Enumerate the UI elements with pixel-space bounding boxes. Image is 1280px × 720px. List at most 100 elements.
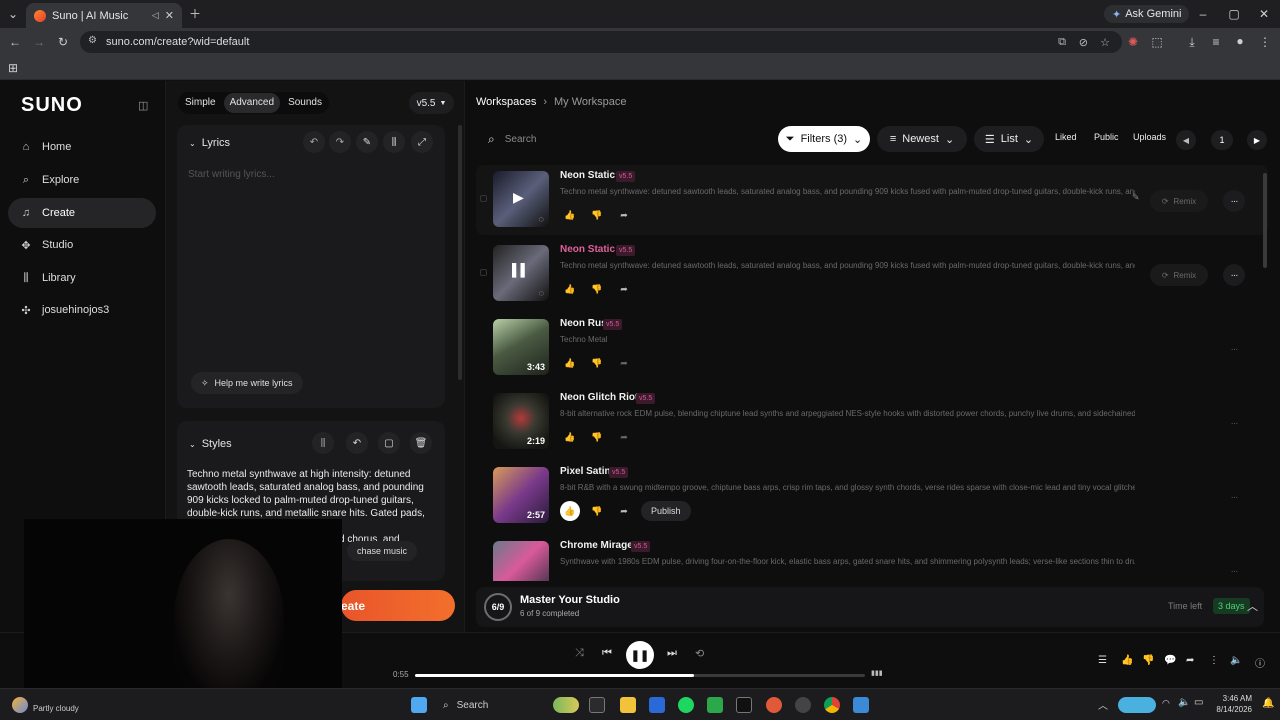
profile-avatar-icon[interactable]: ● <box>1232 34 1248 48</box>
thumbs-down-icon[interactable]: 👎 <box>587 427 607 447</box>
song-cover[interactable]: 2:57 <box>493 467 549 523</box>
trash-icon[interactable]: 🗑 <box>410 432 432 454</box>
wifi-icon[interactable]: ◠ <box>1162 698 1170 709</box>
liked-link[interactable]: Liked <box>1055 132 1077 142</box>
row-checkbox[interactable] <box>480 269 487 276</box>
song-row[interactable]: Chrome Mirage v5.5 Synthwave with 1980s … <box>476 535 1268 581</box>
mode-simple[interactable]: Simple <box>179 93 222 113</box>
breadcrumb-workspaces[interactable]: Workspaces <box>476 96 536 108</box>
app-icon[interactable] <box>766 697 782 713</box>
more-options-icon[interactable]: ··· <box>1223 412 1245 434</box>
copy-icon[interactable]: ▢ <box>378 432 400 454</box>
sidebar-item-create[interactable]: ♫ Create <box>8 198 156 228</box>
sidebar-item-studio[interactable]: ✥ Studio <box>8 230 156 260</box>
share-icon[interactable]: ➦ <box>614 353 634 373</box>
maximize-icon[interactable]: ▢ <box>1226 7 1242 21</box>
mute-tab-icon[interactable]: ◁ <box>152 10 159 21</box>
battery-icon[interactable]: ▭ <box>1194 697 1203 708</box>
epic-games-icon[interactable] <box>736 697 752 713</box>
song-row[interactable]: 3:43 Neon Rust v5.5 Techno Metal 👍 👎 ➦ ·… <box>476 313 1268 383</box>
widgets-icon[interactable] <box>553 697 579 713</box>
redo-icon[interactable]: ↷ <box>329 131 351 153</box>
create-button[interactable]: eate <box>341 590 455 621</box>
library-icon[interactable]: ⫼ <box>312 432 334 454</box>
song-cover[interactable]: 2:19 <box>493 393 549 449</box>
mode-sounds[interactable]: Sounds <box>282 93 328 113</box>
library-icon[interactable]: ⫼ <box>383 131 405 153</box>
extensions-puzzle-icon[interactable]: ⬚ <box>1149 35 1165 49</box>
file-explorer-icon[interactable] <box>620 697 636 713</box>
thumbs-up-icon[interactable]: 👍 <box>560 353 580 373</box>
uploads-link[interactable]: Uploads <box>1133 132 1166 142</box>
more-options-icon[interactable]: ··· <box>1223 486 1245 508</box>
tab-search-icon[interactable]: ⌄ <box>5 7 21 21</box>
media-controls-icon[interactable]: ≡ <box>1208 35 1224 49</box>
store-icon[interactable] <box>649 697 665 713</box>
share-icon[interactable]: ➦ <box>1186 655 1194 666</box>
share-icon[interactable]: ➦ <box>614 501 634 521</box>
address-bar[interactable]: ⚙ suno.com/create?wid=default ⧉ ⊘ ☆ <box>80 31 1122 53</box>
page-number[interactable]: 1 <box>1211 130 1233 150</box>
song-cover[interactable] <box>493 541 549 581</box>
site-info-icon[interactable]: ⚙ <box>88 35 97 46</box>
volume-icon[interactable]: 🔈 <box>1230 655 1242 666</box>
windows-start-icon[interactable] <box>411 697 427 713</box>
share-icon[interactable]: ➦ <box>614 205 634 225</box>
thumbs-up-icon[interactable]: 👍 <box>560 205 580 225</box>
lyrics-header[interactable]: ⌄ Lyrics <box>189 137 230 149</box>
list-scrollbar[interactable] <box>1263 173 1267 268</box>
volume-icon[interactable]: 🔈 <box>1178 697 1190 708</box>
panel-scrollbar[interactable] <box>458 125 462 380</box>
song-row[interactable]: 2:57 Pixel Satin v5.5 8-bit R&B with a s… <box>476 461 1268 531</box>
repeat-icon[interactable]: ⟲ <box>695 647 704 660</box>
system-clock[interactable]: 3:46 AM 8/14/2026 <box>1210 693 1252 715</box>
thumbs-down-icon[interactable]: 👎 <box>1142 655 1154 666</box>
extension-red-icon[interactable]: ✺ <box>1125 35 1141 49</box>
song-row[interactable]: ▶ ◌ Neon Static v5.5 Techno metal synthw… <box>476 165 1268 235</box>
downloads-icon[interactable]: ⤓ <box>1184 35 1200 49</box>
song-title[interactable]: Neon Static <box>560 170 615 181</box>
browser-tab[interactable]: Suno | AI Music ◁ ✕ <box>26 3 182 28</box>
styles-header[interactable]: ⌄ Styles <box>189 438 232 450</box>
mission-banner[interactable]: 6/9 Master Your Studio 6 of 9 completed … <box>476 587 1264 627</box>
more-options-icon[interactable]: ··· <box>1223 338 1245 360</box>
previous-track-icon[interactable]: ⏮ <box>602 647 612 660</box>
minimize-icon[interactable]: – <box>1195 7 1211 21</box>
shuffle-icon[interactable]: ⤨ <box>575 647 584 660</box>
undo-icon[interactable]: ↶ <box>303 131 325 153</box>
remix-button[interactable]: ⟳ Remix <box>1150 264 1208 286</box>
ask-gemini-button[interactable]: ✦ Ask Gemini <box>1104 5 1190 23</box>
reload-icon[interactable]: ↻ <box>55 35 71 49</box>
song-row[interactable]: ▌▌ ◌ Neon Static v5.5 Techno metal synth… <box>476 239 1268 309</box>
obs-icon[interactable] <box>795 697 811 713</box>
notification-bell-icon[interactable]: 🔔 <box>1262 698 1274 709</box>
progress-track[interactable] <box>415 674 865 677</box>
chevron-up-icon[interactable]: ︿ <box>1247 598 1258 614</box>
more-options-icon[interactable]: ··· <box>1223 560 1245 581</box>
more-options-icon[interactable]: ⋮ <box>1209 655 1219 666</box>
suno-logo[interactable]: SUNO <box>21 94 83 117</box>
filters-button[interactable]: ⏷ Filters (3) ⌄ <box>778 126 870 152</box>
song-cover[interactable]: ▶ ◌ <box>493 171 549 227</box>
more-options-icon[interactable]: ··· <box>1223 190 1245 212</box>
comment-icon[interactable]: 💬 <box>1164 655 1176 666</box>
song-title[interactable]: Chrome Mirage <box>560 540 633 551</box>
prev-page-icon[interactable]: ◀ <box>1176 130 1196 150</box>
sidebar-item-profile[interactable]: ✣ josuehinojos3 <box>8 295 156 325</box>
song-title[interactable]: Pixel Satin <box>560 466 611 477</box>
lyrics-input[interactable]: Start writing lyrics... <box>188 169 275 180</box>
song-cover[interactable]: 3:43 <box>493 319 549 375</box>
bookmark-star-icon[interactable]: ☆ <box>1100 36 1110 49</box>
undo-icon[interactable]: ↶ <box>346 432 368 454</box>
sidebar-item-home[interactable]: ⌂ Home <box>8 132 156 162</box>
chrome-icon[interactable] <box>824 697 840 713</box>
task-view-icon[interactable] <box>589 697 605 713</box>
sidebar-item-explore[interactable]: ⌕ Explore <box>8 165 156 195</box>
style-chip[interactable]: chase music <box>347 541 418 561</box>
version-dropdown[interactable]: v5.5 ▼ <box>409 92 454 114</box>
thumbs-down-icon[interactable]: 👎 <box>587 205 607 225</box>
pause-button[interactable]: ❚❚ <box>626 641 654 669</box>
forward-icon[interactable]: → <box>31 35 47 49</box>
info-icon[interactable]: ⓘ <box>1255 655 1265 670</box>
public-link[interactable]: Public <box>1094 132 1119 142</box>
